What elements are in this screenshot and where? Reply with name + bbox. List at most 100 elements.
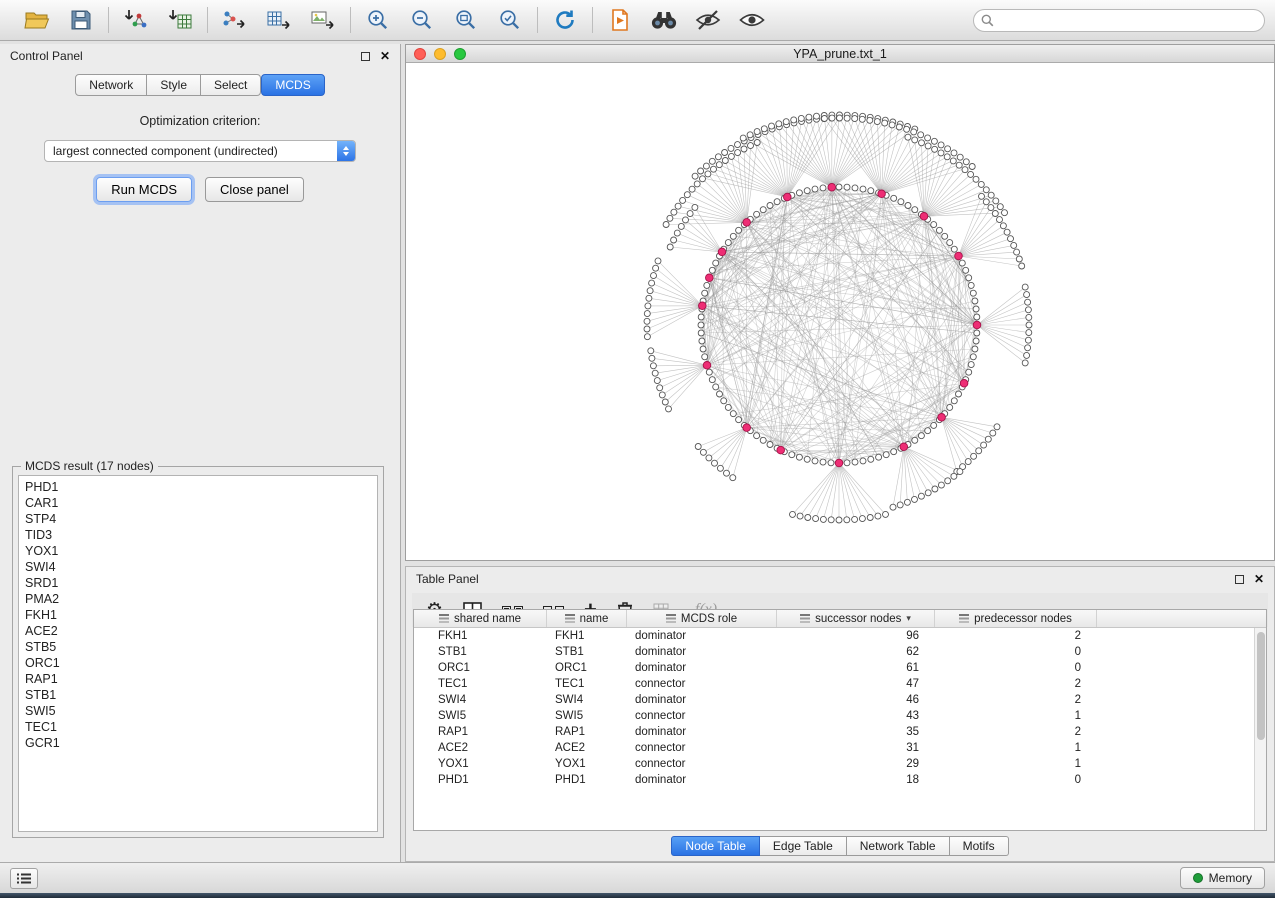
network-leaf-node[interactable] (981, 442, 987, 448)
network-leaf-node[interactable] (931, 138, 937, 144)
mcds-result-item[interactable]: PHD1 (25, 479, 371, 495)
network-leaf-node[interactable] (694, 181, 700, 187)
mcds-result-item[interactable]: GCR1 (25, 735, 371, 751)
network-leaf-node[interactable] (716, 162, 722, 168)
network-leaf-node[interactable] (1008, 236, 1014, 242)
float-table-panel-icon[interactable] (1235, 575, 1244, 584)
network-leaf-node[interactable] (769, 123, 775, 129)
network-leaf-node[interactable] (1022, 360, 1028, 366)
mcds-result-list[interactable]: PHD1CAR1STP4TID3YOX1SWI4SRD1PMA2FKH1ACE2… (18, 475, 378, 832)
network-node[interactable] (796, 190, 802, 196)
network-leaf-node[interactable] (806, 114, 812, 120)
network-leaf-node[interactable] (692, 173, 698, 179)
mcds-result-item[interactable]: YOX1 (25, 543, 371, 559)
network-leaf-node[interactable] (798, 115, 804, 121)
tab-network[interactable]: Network (75, 74, 147, 96)
network-node[interactable] (721, 398, 727, 404)
network-leaf-node[interactable] (728, 145, 734, 151)
network-leaf-node[interactable] (925, 143, 931, 149)
zoom-out-icon[interactable] (408, 6, 436, 34)
table-row[interactable]: TEC1TEC1connector472 (414, 676, 1266, 692)
network-node[interactable] (698, 330, 704, 336)
network-node[interactable] (970, 354, 976, 360)
network-leaf-node[interactable] (997, 204, 1003, 210)
network-node[interactable] (942, 233, 948, 239)
network-hub-node[interactable] (706, 274, 714, 282)
network-leaf-node[interactable] (683, 217, 689, 223)
network-hub-node[interactable] (828, 183, 836, 191)
network-leaf-node[interactable] (859, 516, 865, 522)
network-leaf-node[interactable] (711, 166, 717, 172)
network-node[interactable] (706, 369, 712, 375)
network-leaf-node[interactable] (790, 511, 796, 517)
network-node[interactable] (725, 404, 731, 410)
network-node[interactable] (966, 369, 972, 375)
mcds-result-item[interactable]: ACE2 (25, 623, 371, 639)
tab-edge-table[interactable]: Edge Table (760, 836, 847, 856)
network-node[interactable] (951, 398, 957, 404)
import-table-file-icon[interactable] (166, 6, 194, 34)
network-node[interactable] (736, 227, 742, 233)
network-node[interactable] (968, 362, 974, 368)
network-leaf-node[interactable] (905, 134, 911, 140)
network-leaf-node[interactable] (649, 355, 655, 361)
network-leaf-node[interactable] (649, 280, 655, 286)
network-leaf-node[interactable] (687, 211, 693, 217)
network-leaf-node[interactable] (662, 399, 668, 405)
network-leaf-node[interactable] (820, 516, 826, 522)
mcds-result-item[interactable]: SWI4 (25, 559, 371, 575)
network-leaf-node[interactable] (740, 135, 746, 141)
network-leaf-node[interactable] (648, 348, 654, 354)
network-leaf-node[interactable] (1026, 330, 1032, 336)
mcds-result-item[interactable]: STB1 (25, 687, 371, 703)
network-node[interactable] (972, 346, 978, 352)
network-leaf-node[interactable] (932, 486, 938, 492)
network-leaf-node[interactable] (776, 121, 782, 127)
network-hub-node[interactable] (718, 248, 726, 256)
network-node[interactable] (876, 454, 882, 460)
tab-network-table[interactable]: Network Table (847, 836, 950, 856)
network-node[interactable] (972, 298, 978, 304)
network-node[interactable] (912, 207, 918, 213)
network-leaf-node[interactable] (896, 124, 902, 130)
mcds-result-item[interactable]: STB5 (25, 639, 371, 655)
network-node[interactable] (860, 458, 866, 464)
close-panel-icon[interactable]: ✕ (380, 50, 390, 62)
network-node[interactable] (828, 460, 834, 466)
network-leaf-node[interactable] (988, 205, 994, 211)
network-leaf-node[interactable] (666, 406, 672, 412)
network-leaf-node[interactable] (805, 515, 811, 521)
network-leaf-node[interactable] (735, 150, 741, 156)
network-node[interactable] (966, 275, 972, 281)
network-node[interactable] (754, 211, 760, 217)
network-node[interactable] (974, 330, 980, 336)
table-row[interactable]: SWI5SWI5connector431 (414, 708, 1266, 724)
network-leaf-node[interactable] (655, 258, 661, 264)
table-row[interactable]: PHD1PHD1dominator180 (414, 772, 1266, 788)
network-node[interactable] (804, 188, 810, 194)
network-node[interactable] (898, 199, 904, 205)
import-network-file-icon[interactable] (122, 6, 150, 34)
network-node[interactable] (820, 459, 826, 465)
network-node[interactable] (717, 391, 723, 397)
network-node[interactable] (883, 452, 889, 458)
network-hub-node[interactable] (784, 193, 792, 201)
network-leaf-node[interactable] (1026, 322, 1032, 328)
graphics-details-icon[interactable] (694, 6, 722, 34)
mcds-result-item[interactable]: TID3 (25, 527, 371, 543)
network-leaf-node[interactable] (663, 222, 669, 228)
network-leaf-node[interactable] (969, 164, 975, 170)
table-row[interactable]: ACE2ACE2connector311 (414, 740, 1266, 756)
network-node[interactable] (852, 459, 858, 465)
network-leaf-node[interactable] (844, 517, 850, 523)
task-history-button[interactable] (10, 868, 38, 889)
network-node[interactable] (970, 290, 976, 296)
network-leaf-node[interactable] (976, 448, 982, 454)
network-leaf-node[interactable] (904, 126, 910, 132)
network-leaf-node[interactable] (646, 295, 652, 301)
network-graph-svg[interactable] (406, 63, 1274, 560)
network-leaf-node[interactable] (911, 129, 917, 135)
network-leaf-node[interactable] (1002, 210, 1008, 216)
network-node[interactable] (730, 233, 736, 239)
network-leaf-node[interactable] (859, 116, 865, 122)
